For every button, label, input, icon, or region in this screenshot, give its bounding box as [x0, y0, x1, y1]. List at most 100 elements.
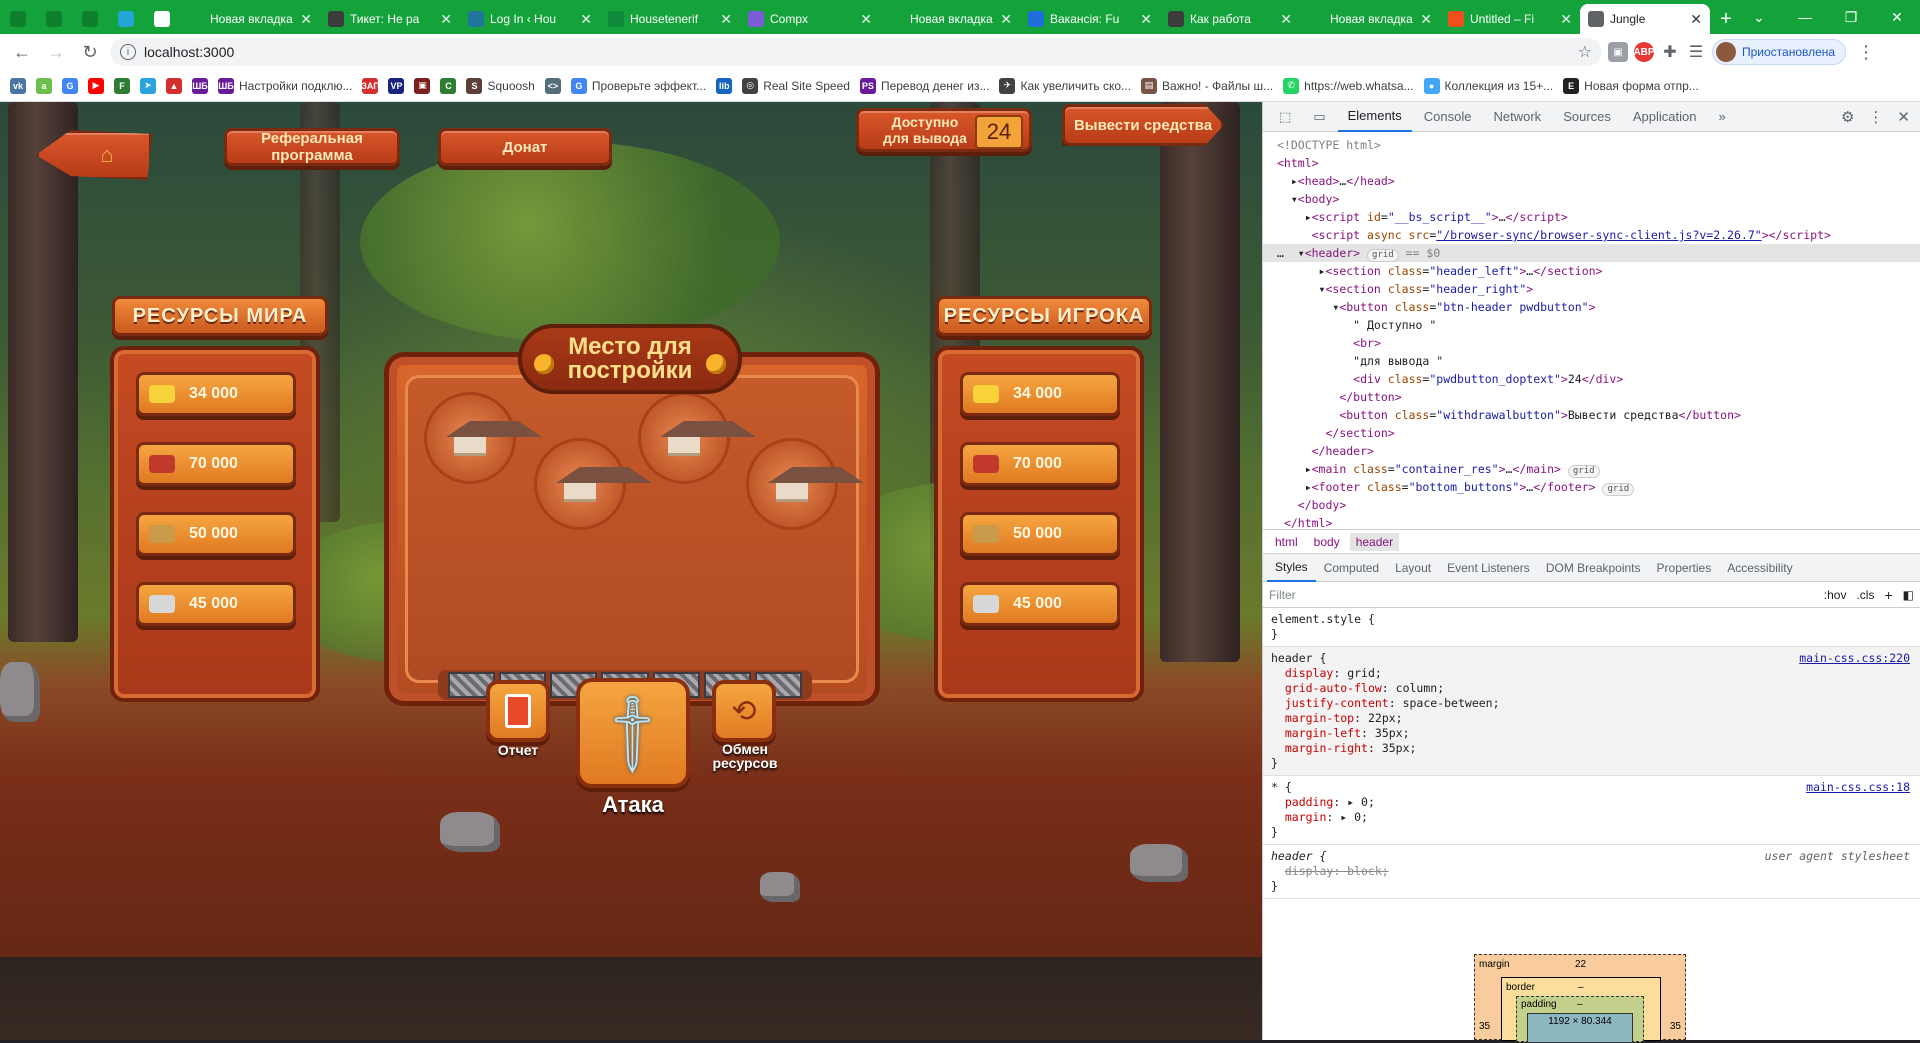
dom-node[interactable]: "для вывода "	[1277, 352, 1920, 370]
styles-filter-input[interactable]: Filter	[1269, 588, 1814, 602]
build-slot[interactable]	[638, 392, 756, 484]
source-link[interactable]: main-css.css:18	[1806, 780, 1910, 795]
browser-tab[interactable]	[108, 4, 144, 34]
hov-toggle[interactable]: :hov	[1824, 588, 1847, 602]
dom-node[interactable]: ▾<button class="btn-header pwdbutton">	[1277, 298, 1920, 316]
tab-application[interactable]: Application	[1623, 102, 1707, 132]
withdraw-button[interactable]: Вывести средства	[1062, 104, 1224, 146]
bookmark-item[interactable]: G Проверьте эффект...	[570, 77, 706, 94]
close-devtools-icon[interactable]: ✕	[1897, 108, 1910, 126]
close-tab-icon[interactable]: ✕	[580, 11, 592, 28]
maximize-icon[interactable]: ❐	[1828, 0, 1874, 34]
dom-node[interactable]: ▾<body>	[1277, 190, 1920, 208]
dom-node[interactable]: </html>	[1277, 514, 1920, 529]
bookmark-item[interactable]: ✆ https://web.whatsa...	[1283, 77, 1414, 94]
report-button[interactable]	[486, 680, 550, 742]
universal-style-rule[interactable]: main-css.css:18 * { padding: ▸ 0; margin…	[1263, 776, 1920, 845]
dom-node[interactable]: ▸<main class="container_res">…</main> gr…	[1277, 460, 1920, 478]
bookmark-item[interactable]: ШБ Настройки подклю...	[218, 77, 352, 94]
bookmark-item[interactable]: vk	[10, 77, 26, 94]
header-style-rule[interactable]: main-css.css:220 header { display: grid;…	[1263, 647, 1920, 776]
tab-sources[interactable]: Sources	[1553, 102, 1621, 132]
new-rule-icon[interactable]: +	[1884, 587, 1892, 603]
devtools-menu-icon[interactable]: ⋮	[1868, 108, 1883, 126]
dom-node[interactable]: <br>	[1277, 334, 1920, 352]
bookmark-item[interactable]: ЗАП	[361, 77, 380, 94]
browser-tab[interactable]	[36, 4, 72, 34]
computed-sidebar-icon[interactable]: ◧	[1903, 588, 1914, 602]
bookmark-star-icon[interactable]: ☆	[1578, 42, 1592, 62]
bookmark-item[interactable]: VP	[388, 77, 405, 94]
attack-button[interactable]: 🗡	[576, 678, 690, 788]
dom-node[interactable]: <script async src="/browser-sync/browser…	[1277, 226, 1920, 244]
tab-styles[interactable]: Styles	[1267, 554, 1316, 582]
tab-properties[interactable]: Properties	[1649, 554, 1720, 582]
bookmark-item[interactable]: C	[440, 77, 457, 94]
close-window-icon[interactable]: ✕	[1874, 0, 1920, 34]
address-bar[interactable]: i localhost:3000 ☆	[110, 38, 1602, 66]
dom-node[interactable]: " Доступно "	[1277, 316, 1920, 334]
dom-node[interactable]: <html>	[1277, 154, 1920, 172]
close-tab-icon[interactable]: ✕	[300, 11, 312, 28]
dom-node[interactable]: ▸<head>…</head>	[1277, 172, 1920, 190]
close-tab-icon[interactable]: ✕	[860, 11, 872, 28]
settings-gear-icon[interactable]: ⚙	[1841, 108, 1854, 126]
browser-tab[interactable]: Jungle ✕	[1580, 4, 1710, 34]
close-tab-icon[interactable]: ✕	[1000, 11, 1012, 28]
available-withdraw-button[interactable]: Доступно для вывода 24	[856, 108, 1032, 152]
browser-tab[interactable]: Новая вкладка ✕	[880, 4, 1020, 34]
site-info-icon[interactable]: i	[120, 44, 136, 60]
bookmark-item[interactable]: ▶	[88, 77, 104, 94]
dom-node[interactable]: ▸<script id="__bs_script__">…</script>	[1277, 208, 1920, 226]
dom-node[interactable]: <!DOCTYPE html>	[1277, 136, 1920, 154]
browser-tab[interactable]: Compx ✕	[740, 4, 880, 34]
bookmark-item[interactable]: ● Коллекция из 15+...	[1423, 77, 1553, 94]
dom-node-selected[interactable]: … ▾<header> grid == $0	[1263, 244, 1920, 262]
bookmark-item[interactable]: lib	[716, 77, 733, 94]
close-tab-icon[interactable]: ✕	[1560, 11, 1572, 28]
browser-tab[interactable]	[0, 4, 36, 34]
bookmark-item[interactable]: G	[62, 77, 78, 94]
bookmark-item[interactable]: ✈ Как увеличить ско...	[999, 77, 1131, 94]
tab-elements[interactable]: Elements	[1337, 102, 1412, 132]
bookmark-item[interactable]: S Squoosh	[466, 77, 535, 94]
dom-node[interactable]: </section>	[1277, 424, 1920, 442]
build-slot[interactable]	[746, 438, 864, 530]
bookmark-item[interactable]: ▣	[414, 77, 431, 94]
browser-tab[interactable]: Как работа ✕	[1160, 4, 1300, 34]
bookmark-item[interactable]: E Новая форма отпр...	[1563, 77, 1699, 94]
inspect-element-icon[interactable]: ⬚	[1269, 102, 1301, 132]
browser-tab[interactable]: Вакансія: Fu ✕	[1020, 4, 1160, 34]
element-style-rule[interactable]: element.style {}	[1263, 608, 1920, 647]
forward-icon[interactable]: →	[42, 38, 70, 66]
dom-node[interactable]: </header>	[1277, 442, 1920, 460]
crumb-html[interactable]: html	[1269, 533, 1304, 551]
extension-screenshot-icon[interactable]: ▣	[1608, 42, 1628, 62]
device-toolbar-icon[interactable]: ▭	[1303, 102, 1335, 132]
bookmark-item[interactable]: a	[36, 77, 52, 94]
referral-program-button[interactable]: Реферальная программа	[224, 128, 400, 166]
close-tab-icon[interactable]: ✕	[1690, 11, 1702, 28]
reload-icon[interactable]: ↻	[76, 38, 104, 66]
bookmark-item[interactable]: ▤ Важно! - Файлы ш...	[1141, 77, 1273, 94]
bookmark-item[interactable]: ШБ	[192, 77, 208, 94]
tab-accessibility[interactable]: Accessibility	[1719, 554, 1800, 582]
close-tab-icon[interactable]: ✕	[440, 11, 452, 28]
tab-event-listeners[interactable]: Event Listeners	[1439, 554, 1538, 582]
browser-tab[interactable]	[72, 4, 108, 34]
extension-adblock-icon[interactable]: ABP	[1633, 42, 1655, 62]
browser-tab[interactable]	[144, 4, 180, 34]
build-slot[interactable]	[424, 392, 542, 484]
more-tabs-icon[interactable]: »	[1709, 102, 1736, 132]
dom-node[interactable]: ▸<footer class="bottom_buttons">…</foote…	[1277, 478, 1920, 496]
tab-console[interactable]: Console	[1414, 102, 1482, 132]
bookmark-item[interactable]: ◎ Real Site Speed	[742, 77, 850, 94]
close-tab-icon[interactable]: ✕	[1140, 11, 1152, 28]
bookmark-item[interactable]: ➤	[140, 77, 156, 94]
browser-menu-icon[interactable]: ⋮	[1852, 38, 1880, 66]
tab-layout[interactable]: Layout	[1387, 554, 1439, 582]
close-tab-icon[interactable]: ✕	[1420, 11, 1432, 28]
browser-tab[interactable]: Тикет: Не ра ✕	[320, 4, 460, 34]
browser-tab[interactable]: Untitled – Fi ✕	[1440, 4, 1580, 34]
browser-tab[interactable]: Housetenerif ✕	[600, 4, 740, 34]
